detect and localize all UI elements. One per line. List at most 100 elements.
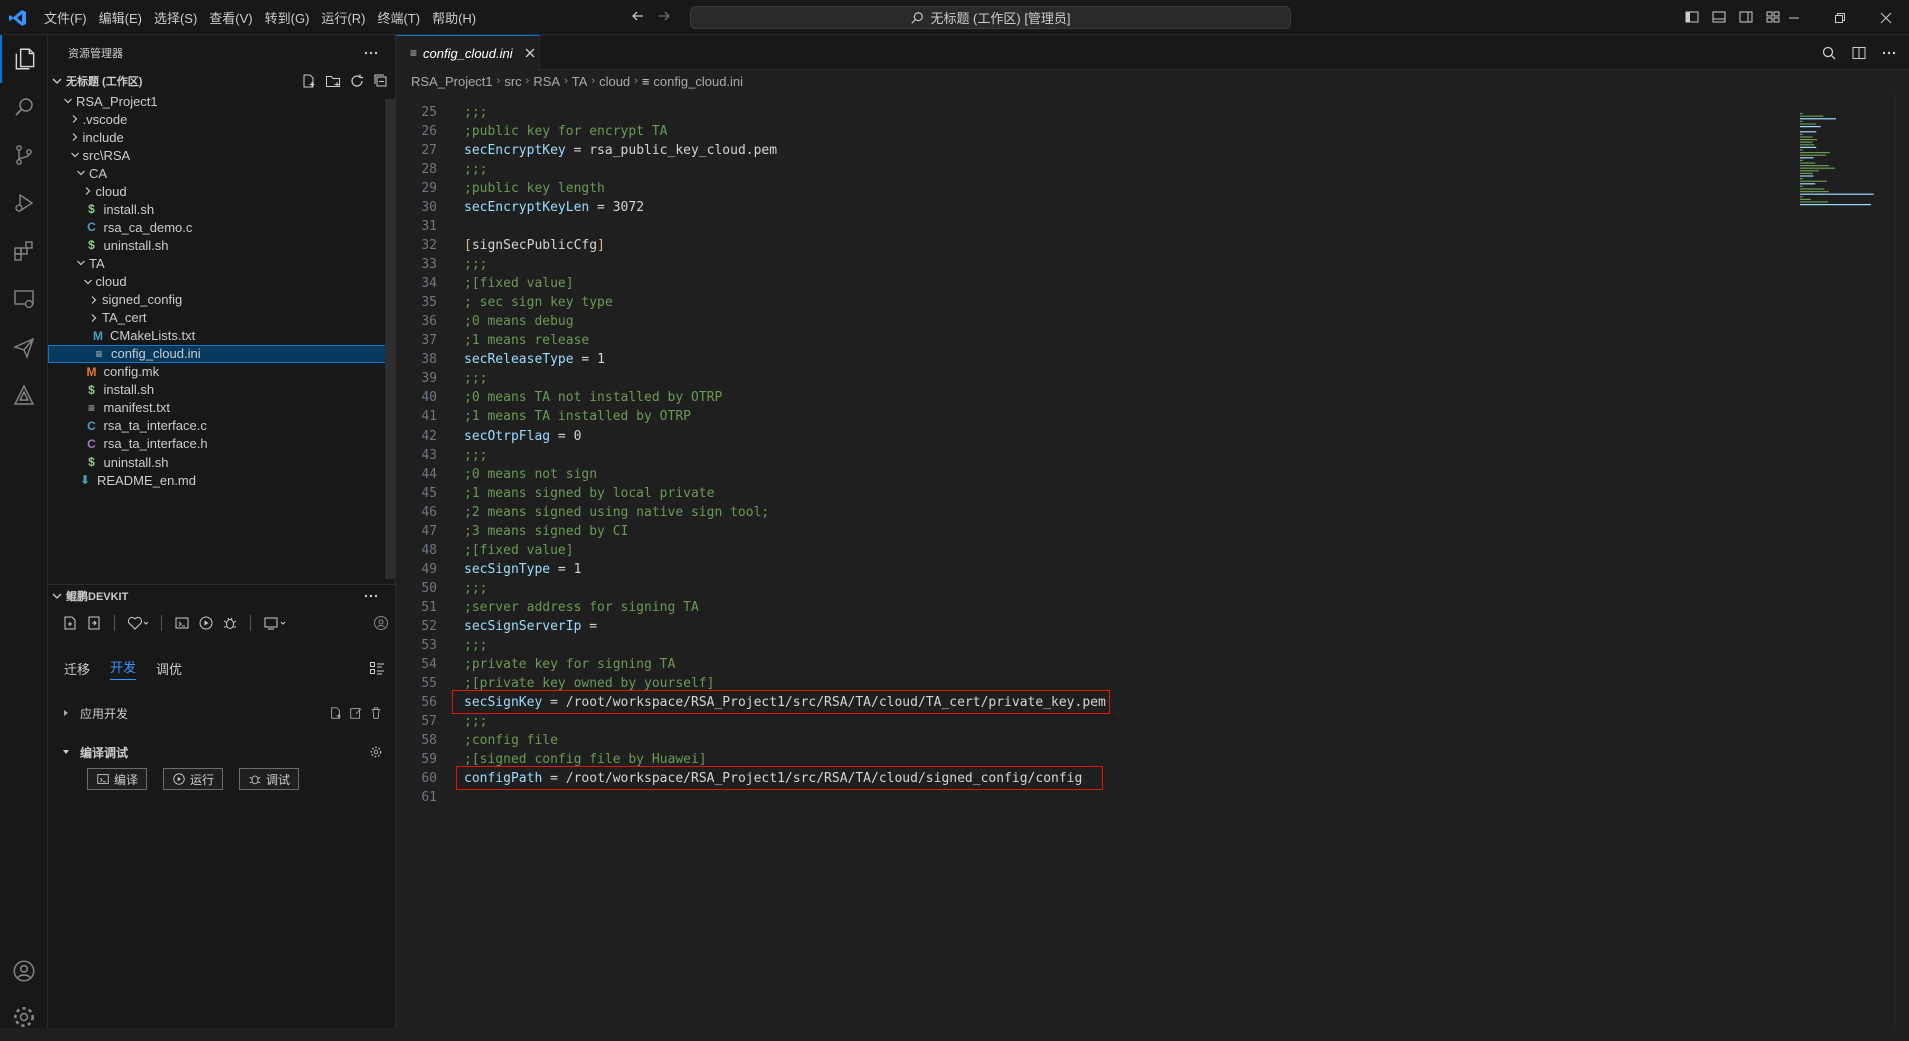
- collapse-all-icon[interactable]: [373, 73, 389, 89]
- chevron-down-icon[interactable]: [73, 255, 89, 271]
- compile-button[interactable]: 编译: [87, 768, 148, 790]
- view-list-icon[interactable]: [369, 660, 385, 676]
- breadcrumb-item[interactable]: TA: [572, 74, 588, 89]
- run-debug-icon[interactable]: [0, 179, 48, 227]
- run-button[interactable]: 运行: [163, 768, 224, 790]
- menu-item-1[interactable]: 编辑(E): [93, 8, 148, 27]
- tree-file-item[interactable]: M CMakeLists.txt: [48, 327, 395, 345]
- code-editor[interactable]: 25;;; 26 ;public key for encrypt TA 27 secEn…: [396, 93, 1796, 1028]
- edit-icon[interactable]: [349, 706, 363, 720]
- tree-file-item[interactable]: ≡ manifest.txt: [48, 399, 395, 417]
- tree-file-item[interactable]: $ install.sh: [48, 381, 395, 399]
- close-window-button[interactable]: [1863, 0, 1909, 35]
- restore-button[interactable]: [1817, 0, 1863, 35]
- tree-file-item[interactable]: Mconfig.mk: [48, 363, 395, 381]
- chevron-down-icon[interactable]: [73, 165, 89, 181]
- import-project-icon[interactable]: [86, 615, 102, 631]
- editor-scrollbar[interactable]: [1894, 93, 1909, 1028]
- explorer-icon[interactable]: [0, 35, 48, 83]
- app-dev-row[interactable]: 应用开发: [48, 700, 395, 726]
- tree-folder-item[interactable]: RSA_Project1: [48, 92, 395, 110]
- sidebar-scrollbar[interactable]: [385, 99, 395, 579]
- menu-item-7[interactable]: 帮助(H): [426, 8, 482, 27]
- tree-folder-item[interactable]: TA_cert: [48, 309, 395, 327]
- more-actions-icon[interactable]: [363, 45, 379, 61]
- tree-file-item[interactable]: $ uninstall.sh: [48, 453, 395, 471]
- user-account-icon[interactable]: [373, 615, 389, 631]
- tab-development[interactable]: 开发: [110, 657, 137, 680]
- breadcrumb-item[interactable]: src: [504, 74, 521, 89]
- tab-tuning[interactable]: 调优: [156, 659, 182, 678]
- tree-folder-item[interactable]: signed_config: [48, 291, 395, 309]
- menu-item-5[interactable]: 运行(R): [315, 8, 371, 27]
- send-icon[interactable]: [0, 323, 48, 371]
- workspace-section-header[interactable]: 无标题 (工作区): [48, 70, 395, 92]
- refresh-icon[interactable]: [349, 73, 365, 89]
- accounts-icon[interactable]: [0, 947, 48, 995]
- chevron-down-icon[interactable]: [60, 93, 76, 109]
- command-center-search[interactable]: 无标题 (工作区) [管理员]: [690, 6, 1291, 29]
- more-actions-icon[interactable]: [1881, 45, 1897, 61]
- forward-arrow-icon[interactable]: [656, 8, 672, 24]
- devkit-more-icon[interactable]: [363, 588, 379, 604]
- breadcrumb-item[interactable]: cloud: [599, 74, 630, 89]
- tree-file-item[interactable]: $ install.sh: [48, 200, 395, 218]
- search-editor-icon[interactable]: [1821, 45, 1837, 61]
- tab-migration[interactable]: 迁移: [64, 659, 90, 678]
- tree-file-item[interactable]: Crsa_ta_interface.c: [48, 417, 395, 435]
- build-debug-row[interactable]: 编译调试: [48, 739, 395, 765]
- new-folder-icon[interactable]: [325, 73, 341, 89]
- tree-file-item[interactable]: Crsa_ca_demo.c: [48, 218, 395, 236]
- split-editor-icon[interactable]: [1851, 45, 1867, 61]
- chevron-right-icon[interactable]: [67, 129, 83, 145]
- debug-button[interactable]: 调试: [239, 768, 300, 790]
- chevron-right-icon[interactable]: [86, 310, 102, 326]
- run-tool-icon[interactable]: [198, 615, 214, 631]
- build-settings-gear-icon[interactable]: [369, 745, 383, 759]
- new-file-icon[interactable]: [301, 73, 317, 89]
- menu-item-0[interactable]: 文件(F): [38, 8, 93, 27]
- toggle-primary-sidebar-icon[interactable]: [1684, 9, 1700, 25]
- source-control-icon[interactable]: [0, 131, 48, 179]
- chevron-right-icon[interactable]: [86, 292, 102, 308]
- breadcrumb-item[interactable]: config_cloud.ini: [653, 74, 743, 89]
- tree-file-item[interactable]: ⬇ README_en.md: [48, 471, 395, 489]
- remote-connect-icon[interactable]: [263, 615, 287, 631]
- tree-folder-item[interactable]: .vscode: [48, 110, 395, 128]
- tree-folder-item[interactable]: src\RSA: [48, 146, 395, 164]
- tree-folder-item[interactable]: CA: [48, 164, 395, 182]
- tab-config-cloud-ini[interactable]: ≡ config_cloud.ini: [396, 35, 540, 70]
- menu-item-6[interactable]: 终端(T): [371, 8, 426, 27]
- menu-item-3[interactable]: 查看(V): [203, 8, 258, 27]
- back-arrow-icon[interactable]: [630, 8, 646, 24]
- devkit-section-header[interactable]: 鲲鹏DEVKIT: [48, 584, 395, 607]
- tree-folder-item[interactable]: include: [48, 128, 395, 146]
- delete-icon[interactable]: [369, 706, 383, 720]
- search-view-icon[interactable]: [0, 83, 48, 131]
- chevron-down-icon[interactable]: [67, 147, 83, 163]
- extensions-icon[interactable]: [0, 227, 48, 275]
- breadcrumb-item[interactable]: RSA_Project1: [411, 74, 493, 89]
- minimap[interactable]: [1796, 93, 1896, 1028]
- minimize-button[interactable]: [1771, 0, 1817, 35]
- tree-file-item[interactable]: Crsa_ta_interface.h: [48, 435, 395, 453]
- tree-folder-item[interactable]: TA: [48, 254, 395, 272]
- settings-gear-icon[interactable]: [0, 993, 48, 1041]
- chevron-right-icon[interactable]: [80, 183, 96, 199]
- menu-item-2[interactable]: 选择(S): [148, 8, 203, 27]
- toggle-panel-icon[interactable]: [1711, 9, 1727, 25]
- breadcrumb-item[interactable]: RSA: [533, 74, 560, 89]
- tree-file-item[interactable]: $ uninstall.sh: [48, 236, 395, 254]
- tree-file-item[interactable]: ≡ config_cloud.ini: [48, 344, 395, 363]
- toggle-secondary-sidebar-icon[interactable]: [1738, 9, 1754, 25]
- remote-explorer-icon[interactable]: [0, 275, 48, 323]
- close-icon[interactable]: [525, 48, 535, 58]
- health-check-icon[interactable]: [127, 615, 149, 631]
- tree-folder-item[interactable]: cloud: [48, 273, 395, 291]
- chevron-down-icon[interactable]: [80, 274, 96, 290]
- tree-folder-item[interactable]: cloud: [48, 182, 395, 200]
- kunpeng-devkit-icon[interactable]: [0, 371, 48, 419]
- debug-tool-icon[interactable]: [222, 615, 238, 631]
- menu-item-4[interactable]: 转到(G): [259, 8, 316, 27]
- compile-tool-icon[interactable]: [174, 615, 190, 631]
